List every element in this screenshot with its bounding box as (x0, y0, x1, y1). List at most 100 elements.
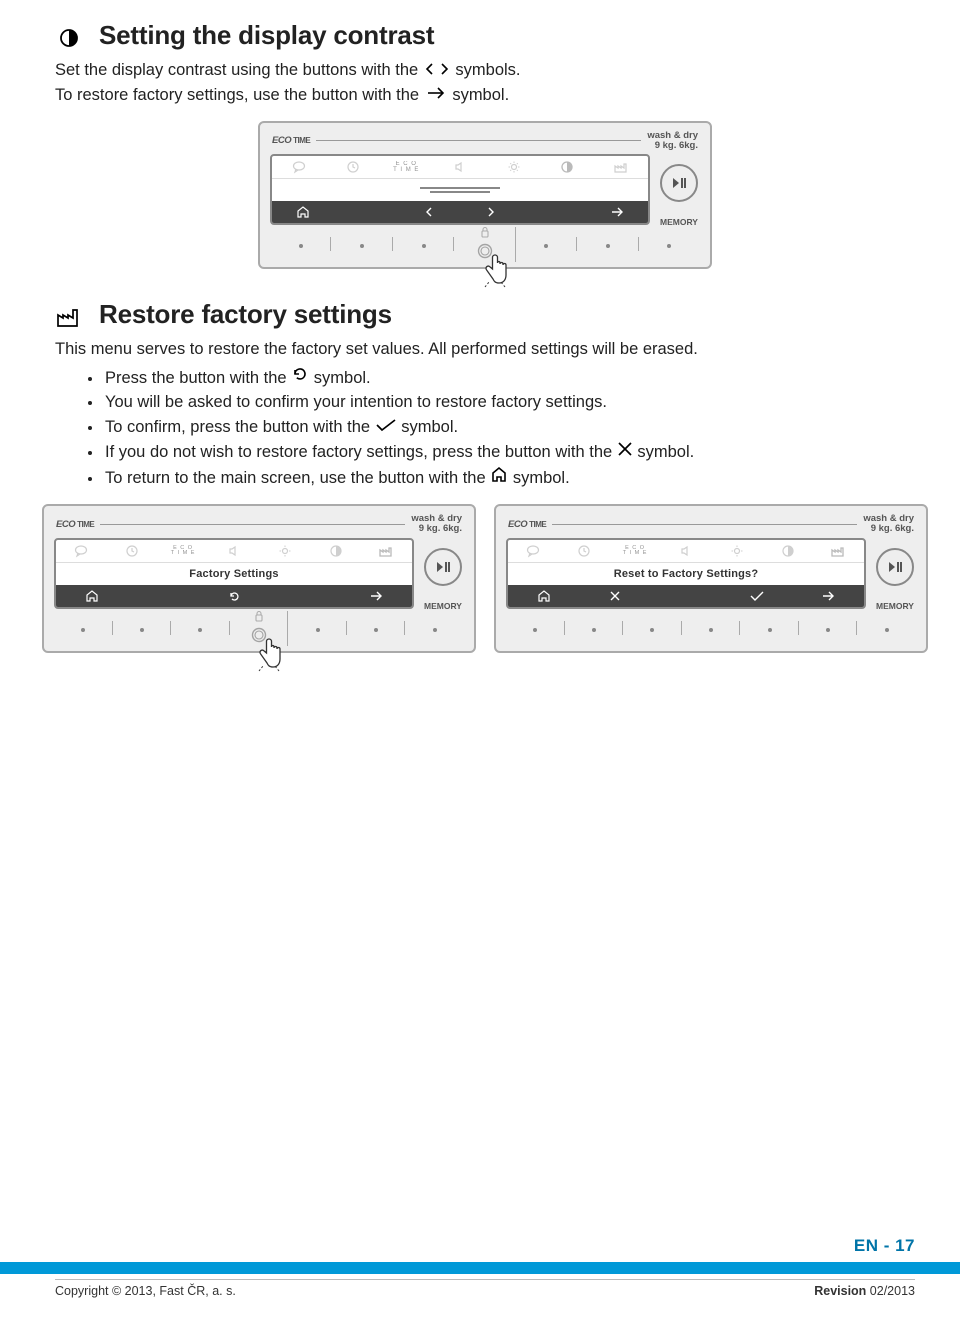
bullet-5: To return to the main screen, use the bu… (103, 465, 915, 491)
text: symbol. (637, 443, 694, 461)
factory-icon-small (614, 160, 628, 174)
panel-phys-button[interactable] (433, 628, 437, 632)
factory-icon-small (831, 544, 845, 558)
bullet-2: You will be asked to confirm your intent… (103, 390, 915, 415)
screen-top-icons: E C O T I M E (56, 540, 412, 563)
eco-time-label: E C O T I M E (399, 160, 413, 174)
refresh-icon[interactable] (226, 588, 242, 604)
panel-phys-button[interactable] (826, 628, 830, 632)
chevron-left-icon[interactable] (421, 204, 437, 220)
text: To return to the main screen, use the bu… (105, 469, 486, 487)
text: To restore factory settings, use the but… (55, 86, 419, 104)
play-pause-button[interactable] (876, 548, 914, 586)
appliance-panel-factory: ECOTIME wash & dry9 kg. 6kg. E C O T I M… (42, 504, 476, 653)
memory-label: MEMORY (876, 601, 914, 611)
arrow-right-icon[interactable] (609, 204, 625, 220)
home-icon (490, 469, 513, 487)
washdry-weights: 9 kg. 6kg. (419, 523, 462, 534)
factory-icon-small (379, 544, 393, 558)
footer-band (0, 1262, 960, 1274)
panel-phys-button[interactable] (667, 244, 671, 248)
bullet-1: Press the button with the symbol. (103, 365, 915, 391)
screen-content-contrast (272, 179, 648, 201)
text: symbol. (314, 369, 371, 387)
play-pause-button[interactable] (424, 548, 462, 586)
panel-phys-button[interactable] (592, 628, 596, 632)
bullet-3: To confirm, press the button with the sy… (103, 415, 915, 440)
panel-phys-button[interactable] (81, 628, 85, 632)
brand-text: ECO (272, 135, 291, 146)
refresh-icon (291, 369, 314, 387)
text: symbol. (452, 86, 509, 104)
brand-text: ECO (508, 519, 527, 530)
contrast-icon (55, 28, 83, 48)
contrast-line-2: To restore factory settings, use the but… (55, 84, 915, 107)
page-indicator: EN - 17 (854, 1236, 915, 1256)
panel-phys-button[interactable] (198, 628, 202, 632)
home-icon[interactable] (84, 588, 100, 604)
arrow-right-icon (426, 84, 446, 106)
arrow-right-icon[interactable] (368, 588, 384, 604)
memory-label: MEMORY (660, 217, 698, 227)
home-icon[interactable] (536, 588, 552, 604)
brand-sub: TIME (529, 520, 546, 529)
screen-top-icons: E C O T I M E (272, 156, 648, 179)
screen-content-text: Factory Settings (56, 563, 412, 585)
speaker-icon (453, 160, 467, 174)
screen-nav-row (272, 201, 648, 223)
text: Set the display contrast using the butto… (55, 61, 418, 79)
memory-label: MEMORY (424, 601, 462, 611)
chevron-left-right-icon (425, 60, 449, 82)
panel-phys-button[interactable] (374, 628, 378, 632)
play-pause-button[interactable] (660, 164, 698, 202)
panel-phys-button[interactable] (606, 244, 610, 248)
panel-phys-button[interactable] (544, 244, 548, 248)
bullet-4: If you do not wish to restore factory se… (103, 440, 915, 465)
factory-icon (55, 306, 83, 328)
copyright-text: Copyright © 2013, Fast ČR, a. s. (55, 1284, 236, 1298)
text: symbols. (455, 61, 520, 79)
cross-icon (617, 443, 638, 461)
brand-sub: TIME (77, 520, 94, 529)
panel-phys-button[interactable] (650, 628, 654, 632)
sun-icon (507, 160, 521, 174)
checkmark-icon[interactable] (749, 588, 765, 604)
cross-icon[interactable] (607, 588, 623, 604)
factory-intro: This menu serves to restore the factory … (55, 338, 915, 360)
panel-phys-button[interactable] (140, 628, 144, 632)
text: symbol. (513, 469, 570, 487)
clock-icon (346, 160, 360, 174)
appliance-panel-reset: ECOTIME wash & dry9 kg. 6kg. E C O T I M… (494, 504, 928, 653)
section-title-contrast: Setting the display contrast (99, 20, 434, 51)
screen-top-icons: E C O T I M E (508, 540, 864, 563)
contrast-line-1: Set the display contrast using the butto… (55, 59, 915, 82)
text: If you do not wish to restore factory se… (105, 443, 612, 461)
finger-pointer-icon (254, 635, 284, 677)
panel-phys-button[interactable] (885, 628, 889, 632)
revision-text: Revision 02/2013 (814, 1284, 915, 1298)
panel-phys-button[interactable] (316, 628, 320, 632)
washdry-weights: 9 kg. 6kg. (655, 140, 698, 151)
text: Press the button with the (105, 369, 287, 387)
appliance-panel-contrast: ECOTIME wash & dry9 kg. 6kg. E C O T I M… (258, 121, 712, 270)
panel-phys-button[interactable] (422, 244, 426, 248)
finger-pointer-icon (480, 251, 510, 293)
text: symbol. (401, 418, 458, 436)
bubble-icon (292, 160, 306, 174)
checkmark-icon (375, 418, 402, 436)
panel-phys-button[interactable] (709, 628, 713, 632)
panel-phys-button[interactable] (360, 244, 364, 248)
brand-text: ECO (56, 519, 75, 530)
panel-phys-button[interactable] (299, 244, 303, 248)
brand-sub: TIME (293, 136, 310, 145)
panel-phys-button[interactable] (768, 628, 772, 632)
text: To confirm, press the button with the (105, 418, 370, 436)
contrast-icon-small (560, 160, 574, 174)
washdry-weights: 9 kg. 6kg. (871, 523, 914, 534)
section-title-factory: Restore factory settings (99, 299, 392, 330)
chevron-right-icon[interactable] (483, 204, 499, 220)
arrow-right-icon[interactable] (820, 588, 836, 604)
screen-content-text: Reset to Factory Settings? (508, 563, 864, 585)
panel-phys-button[interactable] (533, 628, 537, 632)
home-icon[interactable] (295, 204, 311, 220)
